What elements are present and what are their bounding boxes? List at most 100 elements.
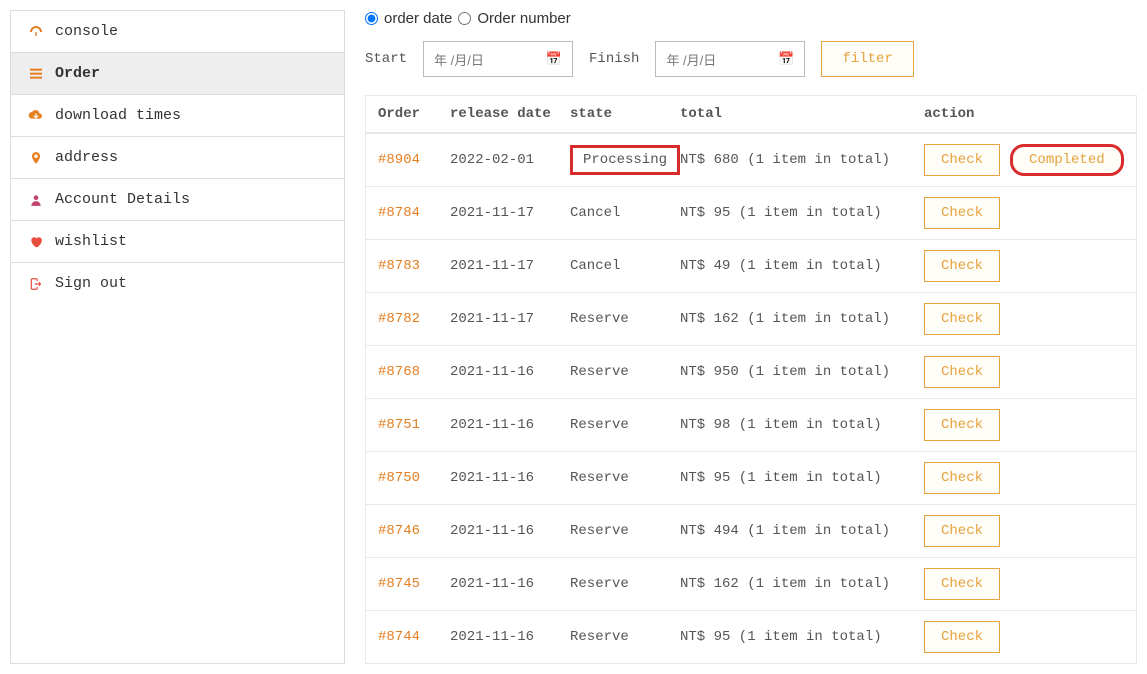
table-row: #87832021-11-17CancelNT$ 49 (1 item in t… <box>366 239 1136 292</box>
radio-order-number-label: Order number <box>477 10 570 27</box>
order-total: NT$ 95 (1 item in total) <box>680 629 924 645</box>
calendar-icon <box>778 51 794 67</box>
order-state: Reserve <box>570 364 680 380</box>
order-link[interactable]: #8768 <box>378 364 450 380</box>
order-state: Reserve <box>570 311 680 327</box>
table-row: #87502021-11-16ReserveNT$ 95 (1 item in … <box>366 451 1136 504</box>
order-total: NT$ 162 (1 item in total) <box>680 576 924 592</box>
order-link[interactable]: #8745 <box>378 576 450 592</box>
radio-order-date-label: order date <box>384 10 452 27</box>
table-row: #87842021-11-17CancelNT$ 95 (1 item in t… <box>366 186 1136 239</box>
order-date: 2021-11-16 <box>450 364 570 380</box>
order-actions: Check <box>924 409 1124 441</box>
order-date: 2021-11-16 <box>450 576 570 592</box>
order-actions: Check <box>924 462 1124 494</box>
radio-order-number-input[interactable] <box>458 12 471 25</box>
sidebar-item-download-times[interactable]: download times <box>11 95 344 137</box>
order-actions: Check <box>924 568 1124 600</box>
check-button[interactable]: Check <box>924 144 1000 176</box>
radio-order-date-input[interactable] <box>365 12 378 25</box>
completed-button[interactable]: Completed <box>1010 144 1124 176</box>
order-total: NT$ 494 (1 item in total) <box>680 523 924 539</box>
order-link[interactable]: #8750 <box>378 470 450 486</box>
order-actions: Check <box>924 356 1124 388</box>
pin-icon <box>27 151 45 165</box>
order-link[interactable]: #8784 <box>378 205 450 221</box>
check-button[interactable]: Check <box>924 197 1000 229</box>
sidebar-item-wishlist[interactable]: wishlist <box>11 221 344 263</box>
order-total: NT$ 950 (1 item in total) <box>680 364 924 380</box>
table-row: #89042022-02-01ProcessingNT$ 680 (1 item… <box>366 133 1136 186</box>
check-button[interactable]: Check <box>924 568 1000 600</box>
order-state: Cancel <box>570 258 680 274</box>
order-actions: Check Completed <box>924 144 1124 176</box>
order-state: Reserve <box>570 629 680 645</box>
order-date: 2021-11-17 <box>450 258 570 274</box>
check-button[interactable]: Check <box>924 303 1000 335</box>
sidebar-item-label: download times <box>55 107 181 124</box>
sidebar-item-address[interactable]: address <box>11 137 344 179</box>
filter-dates: Start 年 /月/日 Finish 年 /月/日 filter <box>365 41 1137 77</box>
order-link[interactable]: #8751 <box>378 417 450 433</box>
start-date-input[interactable]: 年 /月/日 <box>423 41 573 77</box>
sidebar-item-console[interactable]: console <box>11 11 344 53</box>
order-date: 2021-11-16 <box>450 417 570 433</box>
col-header-order: Order <box>378 106 450 122</box>
order-state: Processing <box>570 145 680 175</box>
sidebar-item-label: Order <box>55 65 100 82</box>
sidebar: console Order download times address Acc… <box>10 10 345 664</box>
order-date: 2021-11-17 <box>450 205 570 221</box>
sidebar-item-label: Sign out <box>55 275 127 292</box>
check-button[interactable]: Check <box>924 515 1000 547</box>
order-actions: Check <box>924 515 1124 547</box>
order-actions: Check <box>924 250 1124 282</box>
check-button[interactable]: Check <box>924 621 1000 653</box>
order-link[interactable]: #8744 <box>378 629 450 645</box>
sidebar-item-order[interactable]: Order <box>11 53 344 95</box>
sidebar-item-account[interactable]: Account Details <box>11 179 344 221</box>
order-state: Reserve <box>570 523 680 539</box>
sidebar-item-label: wishlist <box>55 233 127 250</box>
order-link[interactable]: #8783 <box>378 258 450 274</box>
orders-header: Order release date state total action <box>366 96 1136 133</box>
order-link[interactable]: #8782 <box>378 311 450 327</box>
table-row: #87462021-11-16ReserveNT$ 494 (1 item in… <box>366 504 1136 557</box>
col-header-date: release date <box>450 106 570 122</box>
order-actions: Check <box>924 303 1124 335</box>
table-row: #87822021-11-17ReserveNT$ 162 (1 item in… <box>366 292 1136 345</box>
order-total: NT$ 95 (1 item in total) <box>680 205 924 221</box>
radio-order-number[interactable]: Order number <box>458 10 570 27</box>
check-button[interactable]: Check <box>924 356 1000 388</box>
calendar-icon <box>546 51 562 67</box>
check-button[interactable]: Check <box>924 250 1000 282</box>
heart-icon <box>27 235 45 249</box>
date-placeholder: 年 /月/日 <box>434 50 484 69</box>
col-header-action: action <box>924 106 1124 122</box>
cloud-download-icon <box>27 108 45 124</box>
table-row: #87512021-11-16ReserveNT$ 98 (1 item in … <box>366 398 1136 451</box>
order-link[interactable]: #8746 <box>378 523 450 539</box>
table-row: #87452021-11-16ReserveNT$ 162 (1 item in… <box>366 557 1136 610</box>
order-actions: Check <box>924 197 1124 229</box>
table-row: #87682021-11-16ReserveNT$ 950 (1 item in… <box>366 345 1136 398</box>
order-date: 2021-11-16 <box>450 523 570 539</box>
order-state: Reserve <box>570 417 680 433</box>
col-header-state: state <box>570 106 680 122</box>
filter-button[interactable]: filter <box>821 41 913 77</box>
radio-order-date[interactable]: order date <box>365 10 452 27</box>
order-total: NT$ 680 (1 item in total) <box>680 152 924 168</box>
order-total: NT$ 162 (1 item in total) <box>680 311 924 327</box>
signout-icon <box>27 277 45 291</box>
order-date: 2021-11-17 <box>450 311 570 327</box>
order-total: NT$ 49 (1 item in total) <box>680 258 924 274</box>
check-button[interactable]: Check <box>924 462 1000 494</box>
date-placeholder: 年 /月/日 <box>666 50 716 69</box>
sidebar-item-signout[interactable]: Sign out <box>11 263 344 304</box>
order-date: 2021-11-16 <box>450 470 570 486</box>
order-link[interactable]: #8904 <box>378 152 450 168</box>
check-button[interactable]: Check <box>924 409 1000 441</box>
start-label: Start <box>365 51 407 67</box>
orders-table: Order release date state total action #8… <box>365 95 1137 664</box>
dashboard-icon <box>27 24 45 40</box>
finish-date-input[interactable]: 年 /月/日 <box>655 41 805 77</box>
